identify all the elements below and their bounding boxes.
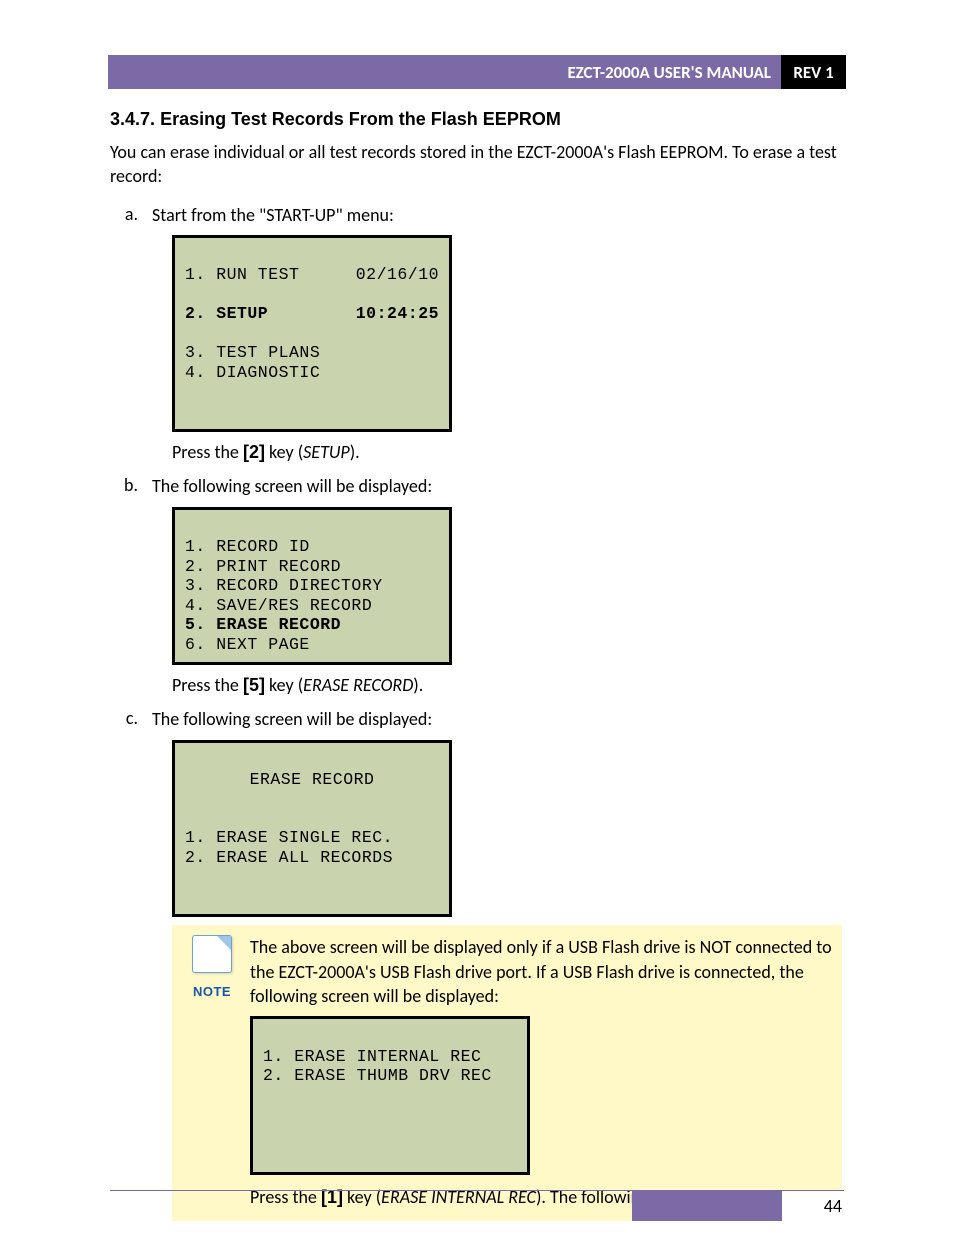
lcd-screen-erase-usb: 1. ERASE INTERNAL REC 2. ERASE THUMB DRV… <box>250 1016 530 1174</box>
lcd-line: 2. PRINT RECORD <box>185 557 341 576</box>
note-icon-column: NOTE <box>182 935 242 1008</box>
header-rev: REV 1 <box>781 55 846 89</box>
page-number: 44 <box>782 1191 844 1221</box>
lcd-title: ERASE RECORD <box>185 770 439 789</box>
lcd-line: 1. RECORD ID <box>185 537 310 556</box>
step-b-after: Press the [5] key (ERASE RECORD). <box>172 673 844 697</box>
step-text: The following screen will be displayed: <box>152 474 844 498</box>
note-label: NOTE <box>182 984 242 999</box>
lcd-line: 3. TEST PLANS <box>185 343 320 362</box>
note-box: NOTE The above screen will be displayed … <box>172 925 842 1220</box>
page-footer: 44 <box>110 1190 844 1221</box>
lcd-line: 10:24:25 <box>356 304 439 323</box>
section-number: 3.4.7. <box>110 109 155 129</box>
page-header: EZCT-2000A USER'S MANUAL REV 1 <box>108 55 846 89</box>
section-heading: 3.4.7. Erasing Test Records From the Fla… <box>110 109 844 130</box>
lcd-line: 1. ERASE INTERNAL REC <box>263 1047 481 1066</box>
step-letter: c. <box>110 707 138 731</box>
step-a: a. Start from the "START-UP" menu: <box>110 203 844 227</box>
lcd-line: 2. SETUP <box>185 304 268 323</box>
lcd-line: 4. SAVE/RES RECORD <box>185 596 372 615</box>
key-5: [5] <box>243 675 265 695</box>
step-letter: a. <box>110 203 138 227</box>
lcd-line: 3. RECORD DIRECTORY <box>185 576 383 595</box>
lcd-line: 1. ERASE SINGLE REC. <box>185 828 393 847</box>
lcd-line: 4. DIAGNOSTIC <box>185 363 320 382</box>
key-2: [2] <box>243 442 265 462</box>
step-c: c. The following screen will be displaye… <box>110 707 844 731</box>
lcd-line: 1. RUN TEST <box>185 265 299 284</box>
step-letter: b. <box>110 474 138 498</box>
lcd-screen-startup: 1. RUN TEST 02/16/10 2. SETUP 10:24:25 3. … <box>172 235 452 432</box>
lcd-line: 5. ERASE RECORD <box>185 615 341 634</box>
intro-paragraph: You can erase individual or all test rec… <box>110 140 844 189</box>
lcd-screen-setup: 1. RECORD ID 2. PRINT RECORD 3. RECORD D… <box>172 507 452 665</box>
header-title: EZCT-2000A USER'S MANUAL <box>108 55 781 89</box>
step-text: The following screen will be displayed: <box>152 707 844 731</box>
step-b: b. The following screen will be displaye… <box>110 474 844 498</box>
lcd-line: 6. NEXT PAGE <box>185 635 310 654</box>
note-icon <box>192 935 232 973</box>
section-title: Erasing Test Records From the Flash EEPR… <box>160 109 561 129</box>
step-a-after: Press the [2] key (SETUP). <box>172 440 844 464</box>
step-text: Start from the "START-UP" menu: <box>152 203 844 227</box>
lcd-screen-erase: ERASE RECORD 1. ERASE SINGLE REC. 2. ERA… <box>172 740 452 918</box>
lcd-line: 2. ERASE ALL RECORDS <box>185 848 393 867</box>
lcd-line: 2. ERASE THUMB DRV REC <box>263 1066 492 1085</box>
lcd-line: 02/16/10 <box>356 265 439 284</box>
note-text: The above screen will be displayed only … <box>242 935 832 1008</box>
